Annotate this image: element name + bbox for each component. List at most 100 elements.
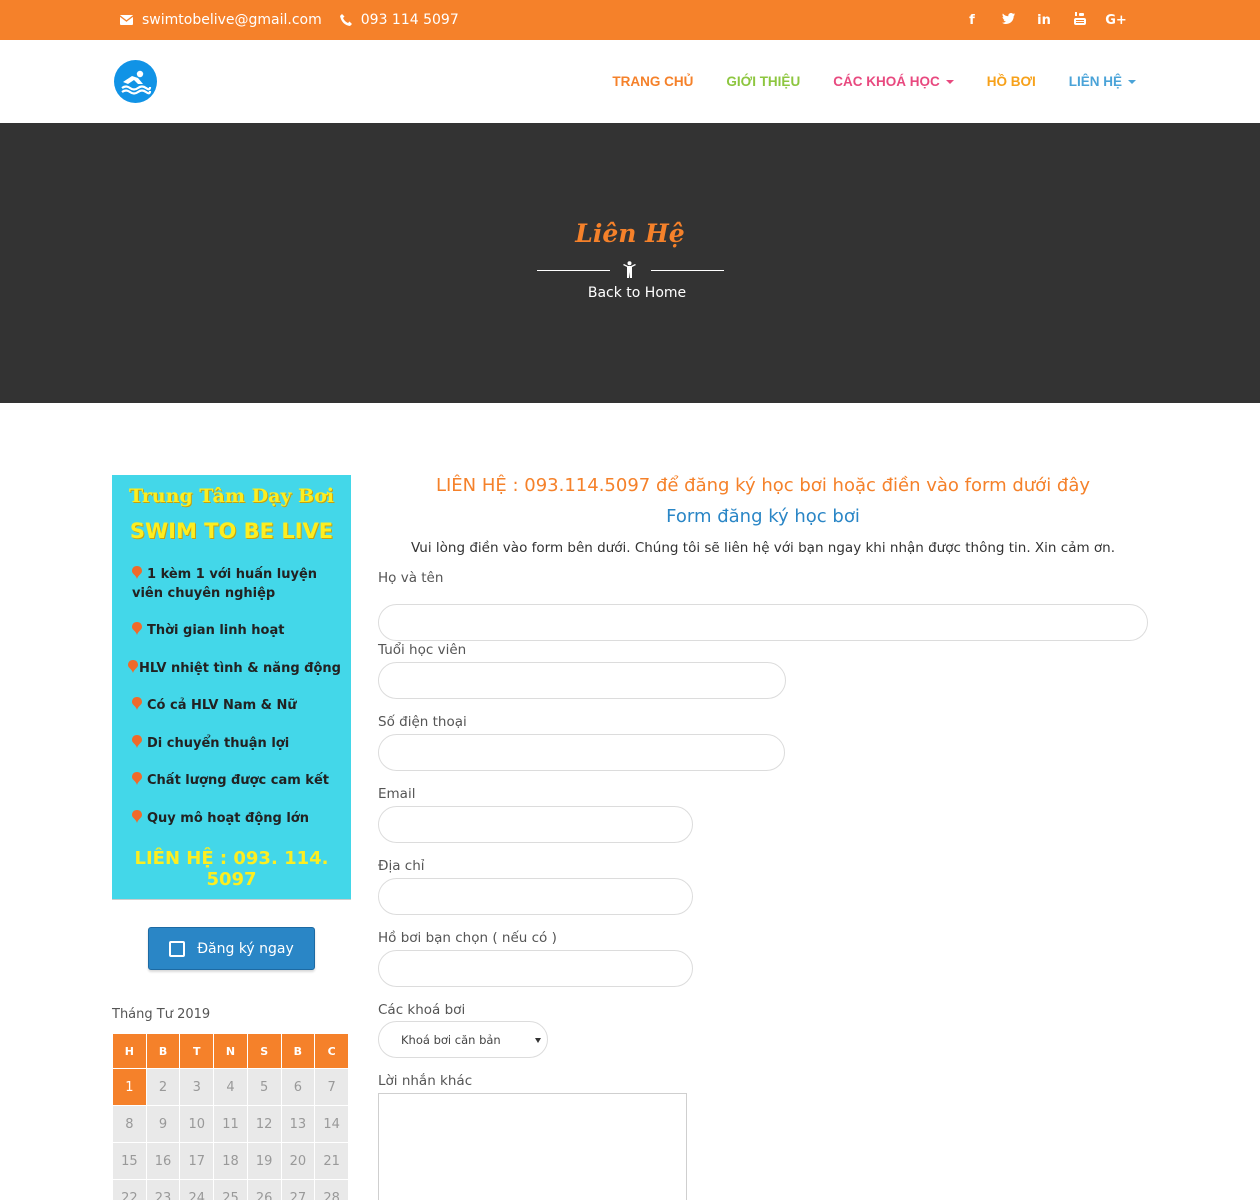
edit-icon (169, 940, 186, 957)
nav-courses[interactable]: CÁC KHOÁ HỌC (833, 74, 954, 89)
feature-text: Thời gian linh hoạt (147, 623, 285, 638)
calendar-day: 8 (112, 1105, 147, 1143)
calendar-day: 21 (314, 1142, 349, 1180)
phone-label: Số điện thoại (378, 714, 467, 730)
pool-label: Hồ bơi bạn chọn ( nếu có ) (378, 930, 557, 946)
calendar-day: 13 (280, 1105, 316, 1143)
nav-courses-label: CÁC KHOÁ HỌC (833, 74, 940, 89)
youtube-icon[interactable] (1062, 11, 1098, 29)
nav-about[interactable]: GIỚI THIỆU (726, 74, 800, 89)
nav-pools[interactable]: HỒ BƠI (987, 74, 1036, 89)
pin-icon (128, 660, 138, 673)
name-label: Họ và tên (378, 570, 444, 586)
twitter-icon[interactable] (990, 12, 1026, 28)
calendar-day: 4 (213, 1068, 248, 1106)
calendar-day: 17 (179, 1142, 215, 1180)
social-links: f in G+ (954, 0, 1134, 40)
message-label: Lời nhắn khác (378, 1073, 473, 1089)
register-button-label: Đăng ký ngay (197, 940, 294, 957)
calendar-day: 23 (145, 1179, 181, 1200)
course-label: Các khoá bơi (378, 1002, 466, 1018)
phone-contact[interactable]: 093 114 5097 (339, 12, 459, 28)
feature-text: Quy mô hoạt động lớn (147, 811, 309, 826)
calendar-day: 12 (246, 1105, 282, 1143)
calendar-day: 2 (145, 1068, 181, 1106)
calendar-day: 6 (280, 1068, 316, 1106)
facebook-icon[interactable]: f (954, 13, 990, 28)
age-input[interactable] (378, 662, 786, 699)
chevron-down-icon (945, 79, 954, 84)
pin-icon (132, 697, 142, 710)
linkedin-icon[interactable]: in (1026, 13, 1062, 28)
age-label: Tuổi học viên (378, 642, 467, 658)
email-input[interactable] (378, 806, 693, 843)
envelope-icon (120, 15, 133, 25)
calendar-day: 10 (179, 1105, 215, 1143)
calendar-header-row: H B T N S B C (112, 1033, 349, 1069)
nav-about-label: GIỚI THIỆU (726, 74, 801, 89)
phone-text: 093 114 5097 (360, 12, 459, 28)
hero-divider-left (537, 270, 610, 271)
calendar-week: 15 16 17 18 19 20 21 (112, 1142, 349, 1180)
calendar-day: 7 (314, 1068, 349, 1106)
nav-home[interactable]: TRANG CHỦ (612, 74, 693, 89)
feature-item: 1 kèm 1 với huấn luyện viên chuyên nghiệ… (132, 565, 347, 603)
google-plus-icon[interactable]: G+ (1098, 13, 1134, 28)
address-label: Địa chỉ (378, 858, 425, 874)
register-now-button[interactable]: Đăng ký ngay (148, 927, 315, 970)
calendar-week: 8 9 10 11 12 13 14 (112, 1105, 349, 1143)
swimmer-logo[interactable] (114, 60, 157, 103)
feature-item: Thời gian linh hoạt (132, 621, 347, 640)
calendar-day-today[interactable]: 1 (112, 1068, 147, 1106)
calendar-day: 26 (246, 1179, 282, 1200)
feature-text: Chất lượng được cam kết (147, 773, 329, 788)
top-contact: swimtobelive@gmail.com 093 114 5097 (120, 0, 467, 40)
name-input[interactable] (378, 604, 1148, 641)
main-menu: TRANG CHỦ GIỚI THIỆU CÁC KHOÁ HỌC HỒ BƠI… (612, 40, 1136, 123)
calendar-day: 11 (213, 1105, 248, 1143)
calendar-day: 9 (145, 1105, 181, 1143)
address-input[interactable] (378, 878, 693, 915)
weekday-header: B (280, 1033, 316, 1069)
weekday-header: S (246, 1033, 282, 1069)
main-navbar: TRANG CHỦ GIỚI THIỆU CÁC KHOÁ HỌC HỒ BƠI… (0, 40, 1260, 123)
feature-item: Chất lượng được cam kết (132, 771, 347, 790)
pin-icon (132, 566, 142, 579)
promo-title: Trung Tâm Dạy Bơi (129, 485, 334, 507)
calendar: H B T N S B C 1 2 3 4 5 6 7 8 9 10 11 12… (112, 1033, 349, 1200)
nav-pools-label: HỒ BƠI (986, 74, 1036, 89)
email-label: Email (378, 786, 416, 802)
pin-icon (132, 810, 142, 823)
phone-icon (339, 14, 352, 26)
feature-item: Di chuyển thuận lợi (132, 734, 347, 753)
top-bar: swimtobelive@gmail.com 093 114 5097 f in… (0, 0, 1260, 40)
weekday-header: B (145, 1033, 181, 1069)
pool-input[interactable] (378, 950, 693, 987)
form-title: Form đăng ký học bơi (666, 506, 860, 527)
calendar-day: 25 (213, 1179, 248, 1200)
feature-text: Có cả HLV Nam & Nữ (147, 698, 297, 713)
email-contact[interactable]: swimtobelive@gmail.com (120, 12, 322, 28)
back-to-home-link[interactable]: Back to Home (0, 285, 1260, 301)
nav-contact-label: LIÊN HỆ (1068, 74, 1122, 89)
calendar-day: 20 (280, 1142, 316, 1180)
calendar-day: 28 (314, 1179, 349, 1200)
hero-divider-right (651, 270, 724, 271)
nav-contact[interactable]: LIÊN HỆ (1069, 74, 1136, 89)
calendar-day: 19 (246, 1142, 282, 1180)
pin-icon (132, 735, 142, 748)
calendar-day: 16 (145, 1142, 181, 1180)
course-select[interactable]: Khoá bơi căn bản (378, 1021, 548, 1058)
page-title: Liên Hệ (575, 219, 685, 248)
phone-input[interactable] (378, 734, 785, 771)
chevron-down-icon (1128, 79, 1136, 84)
swimmer-icon (121, 70, 152, 95)
feature-text: HLV nhiệt tình & năng động (139, 661, 341, 676)
promo-banner: Trung Tâm Dạy Bơi SWIM TO BE LIVE 1 kèm … (112, 475, 351, 900)
calendar-caption: Tháng Tư 2019 (112, 1007, 211, 1022)
page-hero: Liên Hệ Back to Home (0, 123, 1260, 403)
weekday-header: C (314, 1033, 349, 1069)
calendar-day: 24 (179, 1179, 215, 1200)
message-textarea[interactable] (378, 1093, 687, 1200)
feature-item: Quy mô hoạt động lớn (132, 809, 347, 828)
